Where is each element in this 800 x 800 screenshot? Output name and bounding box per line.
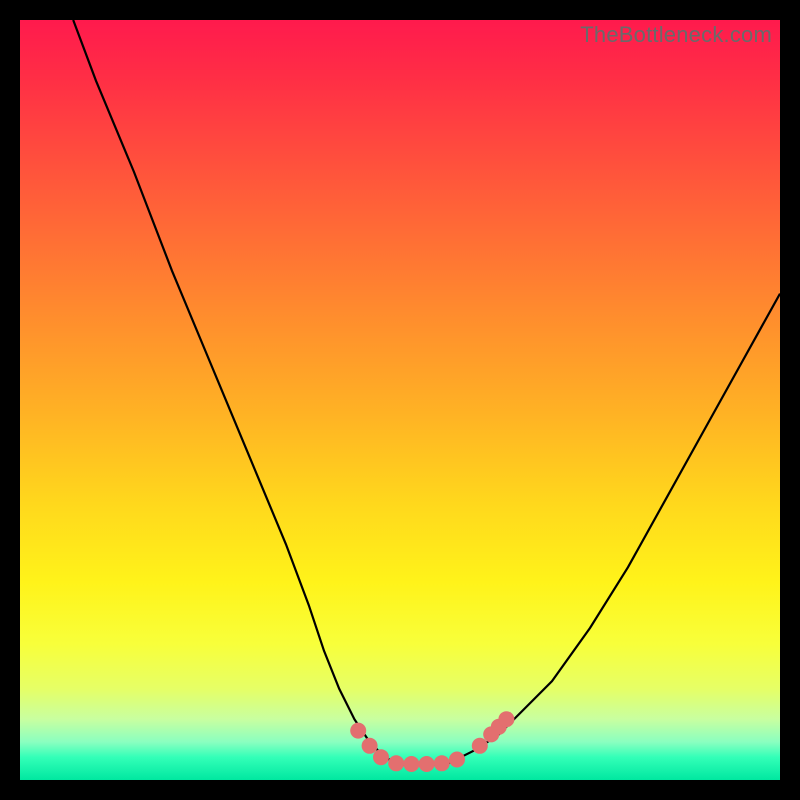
curve-marker — [350, 723, 366, 739]
curve-layer — [20, 20, 780, 780]
marker-layer — [350, 711, 514, 772]
bottleneck-curve — [73, 20, 780, 765]
chart-frame: TheBottleneck.com — [0, 0, 800, 800]
curve-marker — [388, 755, 404, 771]
curve-marker — [434, 755, 450, 771]
curve-marker — [449, 752, 465, 768]
curve-marker — [498, 711, 514, 727]
curve-marker — [362, 738, 378, 754]
curve-marker — [403, 756, 419, 772]
curve-marker — [373, 749, 389, 765]
curve-marker — [472, 738, 488, 754]
plot-area: TheBottleneck.com — [20, 20, 780, 780]
curve-marker — [419, 756, 435, 772]
